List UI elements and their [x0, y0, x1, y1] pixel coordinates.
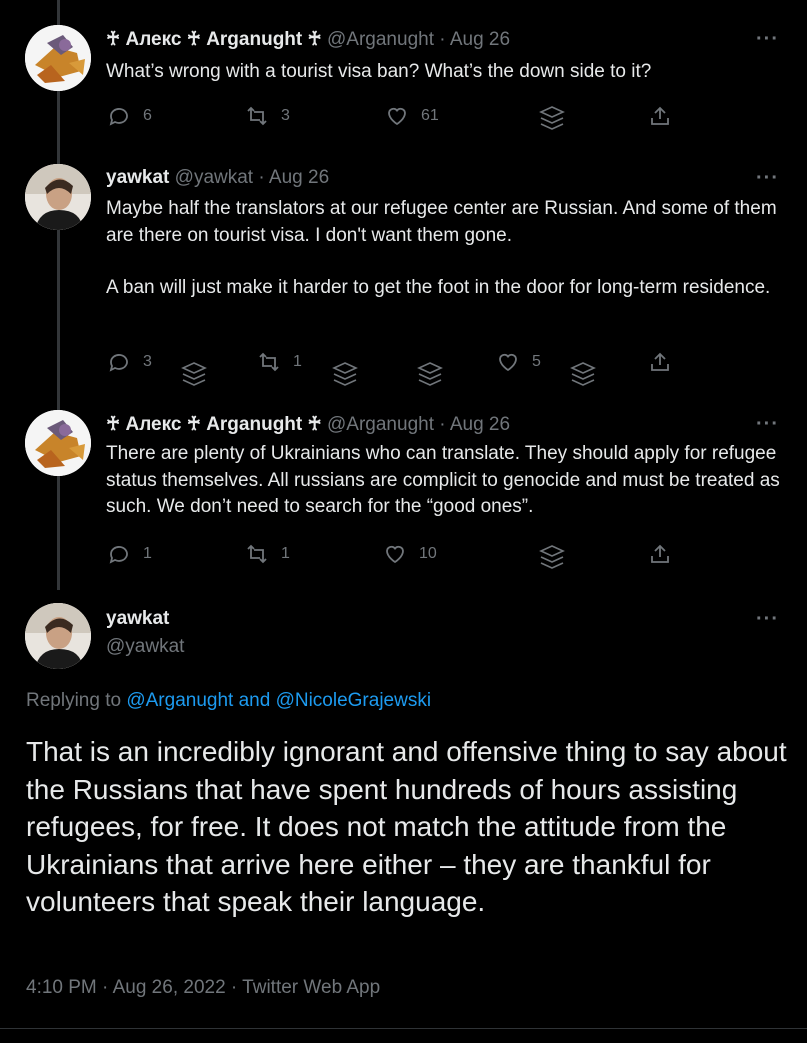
retweet-icon [247, 106, 267, 126]
avatar-yawkat[interactable] [25, 164, 91, 230]
reply-button[interactable]: 6 [107, 104, 152, 128]
layers-icon[interactable] [416, 360, 444, 395]
tweet-text: Maybe half the translators at our refuge… [106, 198, 777, 298]
share-icon [651, 106, 669, 125]
tweet-header: ♰ Алекс ♰ Arganught ♰ @Arganught · Aug 2… [106, 28, 510, 51]
author-handle[interactable]: @Arganught [327, 29, 434, 50]
tweet-header: yawkat @yawkat · Aug 26 [106, 167, 329, 189]
share-button[interactable] [648, 104, 672, 128]
reply-button[interactable]: 1 [107, 542, 152, 566]
reply-count: 1 [143, 545, 152, 562]
layers-icon[interactable] [331, 360, 359, 395]
tweet-date[interactable]: · Aug 26 [258, 167, 329, 188]
retweet-button[interactable]: 1 [245, 542, 290, 566]
more-icon[interactable]: ··· [756, 608, 779, 631]
tweet-text: What’s wrong with a tourist visa ban? Wh… [106, 61, 652, 82]
tweet-date[interactable]: · Aug 26 [439, 29, 510, 50]
reply-count: 3 [143, 353, 152, 370]
author-handle[interactable]: @yawkat [175, 167, 253, 188]
avatar-yawkat[interactable] [25, 603, 91, 669]
like-count: 10 [419, 545, 437, 562]
like-icon [499, 353, 517, 372]
more-icon[interactable]: ··· [756, 413, 779, 436]
retweet-icon [259, 352, 279, 372]
layers-icon[interactable] [538, 543, 566, 578]
author-name[interactable]: yawkat [106, 167, 169, 188]
replying-to: Replying to @Arganught and @NicoleGrajew… [26, 690, 431, 712]
retweet-count: 1 [293, 353, 302, 370]
retweet-icon [247, 544, 267, 564]
reply-count: 6 [143, 107, 152, 124]
share-icon [651, 544, 669, 563]
like-button[interactable]: 5 [496, 350, 541, 374]
more-icon[interactable]: ··· [756, 28, 779, 51]
author-name[interactable]: ♰ Алекс ♰ Arganught ♰ [106, 29, 322, 50]
like-icon [388, 107, 406, 126]
reply-icon [109, 546, 128, 564]
reply-icon [109, 108, 128, 126]
layers-icon[interactable] [569, 360, 597, 395]
author-name[interactable]: ♰ Алекс ♰ Arganught ♰ [106, 414, 322, 435]
like-button[interactable]: 10 [383, 542, 437, 566]
tweet-header: ♰ Алекс ♰ Arganught ♰ @Arganught · Aug 2… [106, 413, 510, 436]
share-button[interactable] [648, 542, 672, 566]
reply-icon [109, 354, 128, 372]
share-button[interactable] [648, 350, 672, 374]
tweet-date[interactable]: · Aug 26 [439, 414, 510, 435]
retweet-button[interactable]: 1 [257, 350, 302, 374]
retweet-button[interactable]: 3 [245, 104, 290, 128]
like-button[interactable]: 61 [385, 104, 439, 128]
reply-button[interactable]: 3 [107, 350, 152, 374]
retweet-count: 1 [281, 545, 290, 562]
tweet-timestamp[interactable]: 4:10 PM · Aug 26, 2022 · Twitter Web App [26, 977, 380, 999]
author-handle[interactable]: @Arganught [327, 414, 434, 435]
share-icon [651, 352, 669, 371]
like-count: 61 [421, 107, 439, 124]
replying-prefix: Replying to [26, 690, 122, 711]
avatar-arganught[interactable] [25, 25, 91, 91]
retweet-count: 3 [281, 107, 290, 124]
layers-icon[interactable] [180, 360, 208, 395]
main-tweet-text: That is an incredibly ignorant and offen… [26, 736, 787, 917]
like-icon [386, 545, 404, 564]
avatar-arganught[interactable] [25, 410, 91, 476]
tweet-text: There are plenty of Ukrainians who can t… [106, 443, 780, 517]
more-icon[interactable]: ··· [756, 167, 779, 190]
layers-icon[interactable] [538, 104, 566, 139]
replying-mentions[interactable]: @Arganught and @NicoleGrajewski [126, 690, 431, 711]
author-name[interactable]: yawkat [106, 608, 169, 630]
author-handle[interactable]: @yawkat [106, 636, 184, 658]
like-count: 5 [532, 353, 541, 370]
divider [0, 1028, 807, 1029]
